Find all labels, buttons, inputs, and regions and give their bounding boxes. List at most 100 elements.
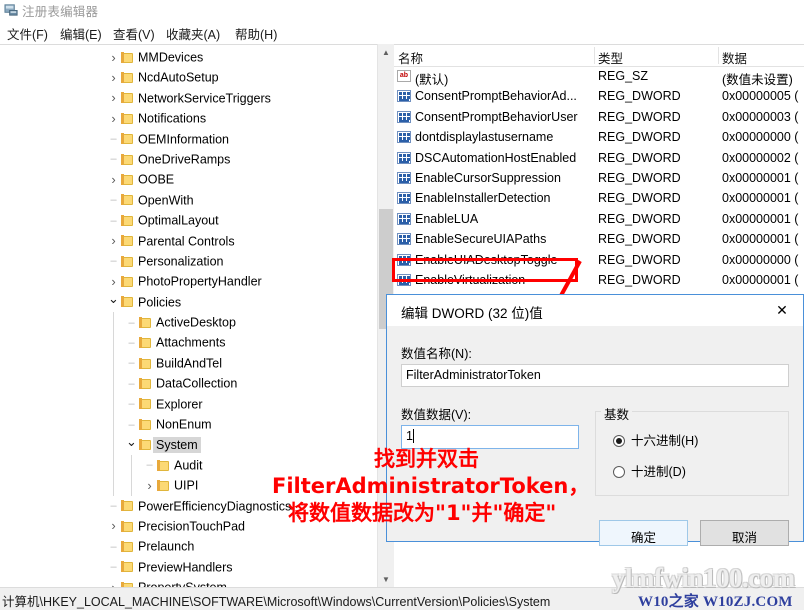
tree-item-oeminformation[interactable]: – OEMInformation — [0, 129, 378, 149]
tree-item-policies[interactable]: ⌄ Policies — [0, 289, 378, 312]
header-divider[interactable] — [718, 47, 719, 64]
tree-guide-line — [113, 332, 114, 353]
tree-item-previewhandlers[interactable]: – PreviewHandlers — [0, 557, 378, 577]
folder-icon — [139, 337, 152, 349]
value-data-text: 1 — [406, 429, 413, 443]
tree-item-networkservicetriggers[interactable]: › NetworkServiceTriggers — [0, 88, 378, 108]
value-row[interactable]: dontdisplaylastusername REG_DWORD 0x000000… — [394, 128, 804, 148]
value-row[interactable]: ab (默认) REG_SZ (数值未设置) — [394, 67, 804, 87]
scroll-down-icon[interactable]: ▼ — [378, 571, 394, 588]
menu-view[interactable]: 查看(V) — [110, 23, 158, 44]
chevron-right-icon[interactable]: › — [108, 88, 119, 108]
tree-item-prelaunch[interactable]: – Prelaunch — [0, 536, 378, 556]
tree-item-mmdevices[interactable]: › MMDevices — [0, 47, 378, 67]
tree-guide-line — [113, 373, 114, 394]
value-row[interactable]: EnableSecureUIAPaths REG_DWORD 0x00000001 … — [394, 230, 804, 250]
cancel-button[interactable]: 取消 — [700, 520, 789, 546]
tree-item-oobe[interactable]: › OOBE — [0, 169, 378, 189]
value-type: REG_DWORD — [598, 191, 681, 206]
tree-item-optimallayout[interactable]: – OptimalLayout — [0, 210, 378, 230]
folder-icon — [121, 174, 134, 186]
tree-item-label: OOBE — [138, 172, 175, 187]
value-row[interactable]: EnableCursorSuppression REG_DWORD 0x000000… — [394, 169, 804, 189]
tree-item-notifications[interactable]: › Notifications — [0, 108, 378, 128]
radio-hex-indicator — [613, 435, 625, 447]
folder-icon — [121, 72, 134, 84]
column-header-name[interactable]: 名称 — [398, 48, 423, 67]
tree-item-label: Audit — [174, 458, 203, 473]
tree-item-buildandtel[interactable]: – BuildAndTel — [0, 352, 378, 374]
tree-item-label: NonEnum — [156, 417, 212, 432]
value-row[interactable]: ConsentPromptBehaviorAd... REG_DWORD 0x000… — [394, 87, 804, 107]
chevron-right-icon[interactable]: › — [108, 109, 119, 129]
value-type: REG_DWORD — [598, 232, 681, 247]
tree-item-openwith[interactable]: – OpenWith — [0, 190, 378, 210]
tree-item-attachments[interactable]: – Attachments — [0, 332, 378, 353]
value-name: EnableLUA — [415, 211, 479, 226]
folder-icon — [139, 377, 152, 389]
menu-favorites[interactable]: 收藏夹(A) — [163, 23, 223, 44]
radio-hexadecimal[interactable]: 十六进制(H) — [613, 430, 698, 449]
folder-icon — [121, 112, 134, 124]
ok-button[interactable]: 确定 — [599, 520, 688, 546]
menu-bar: 文件(F) 编辑(E) 查看(V) 收藏夹(A) 帮助(H) — [0, 19, 804, 44]
folder-icon — [139, 398, 152, 410]
value-name-label: 数值名称(N): — [401, 347, 472, 361]
tree-item-parental-controls[interactable]: › Parental Controls — [0, 231, 378, 251]
column-header-data[interactable]: 数据 — [722, 48, 747, 67]
menu-help[interactable]: 帮助(H) — [232, 23, 280, 44]
value-name: ConsentPromptBehaviorUser — [415, 109, 578, 124]
value-data: 0x00000000 ( — [722, 130, 799, 145]
tree-item-nonenum[interactable]: – NonEnum — [0, 414, 378, 435]
header-divider[interactable] — [594, 47, 595, 64]
tree-item-ncdautosetup[interactable]: › NcdAutoSetup — [0, 67, 378, 87]
value-row[interactable]: EnableLUA REG_DWORD 0x00000001 ( — [394, 210, 804, 230]
radio-hex-label: 十六进制(H) — [631, 434, 699, 448]
chevron-right-icon[interactable]: › — [108, 48, 119, 68]
chevron-right-icon[interactable]: › — [108, 231, 119, 251]
tree-item-onedriveramps[interactable]: – OneDriveRamps — [0, 149, 378, 169]
chevron-down-icon[interactable]: ⌄ — [108, 289, 119, 309]
tree-item-explorer[interactable]: – Explorer — [0, 393, 378, 415]
tree-leaf-dash-icon: – — [110, 255, 117, 268]
tree-item-label: UIPI — [174, 478, 199, 493]
folder-icon — [121, 541, 134, 553]
dword-value-icon — [397, 151, 411, 165]
value-name: EnableInstallerDetection — [415, 191, 551, 206]
scroll-up-icon[interactable]: ▲ — [378, 44, 394, 61]
ok-button-label: 确定 — [630, 531, 656, 545]
tree-item-label: OEMInformation — [138, 132, 230, 147]
tree-leaf-dash-icon: – — [110, 194, 117, 207]
chevron-right-icon[interactable]: › — [144, 476, 155, 496]
menu-file[interactable]: 文件(F) — [4, 23, 51, 44]
value-row[interactable]: EnableInstallerDetection REG_DWORD 0x00000… — [394, 189, 804, 209]
tree-item-personalization[interactable]: – Personalization — [0, 251, 378, 271]
folder-icon — [157, 479, 170, 491]
folder-icon — [139, 357, 152, 369]
value-name-input[interactable]: FilterAdministratorToken — [401, 364, 789, 387]
column-header-type[interactable]: 类型 — [598, 48, 623, 67]
tree-leaf-dash-icon: – — [128, 316, 135, 329]
close-icon[interactable]: ✕ — [761, 295, 803, 325]
tree-item-datacollection[interactable]: – DataCollection — [0, 373, 378, 394]
tree-item-system[interactable]: ⌄ System — [0, 432, 378, 455]
value-row[interactable]: ConsentPromptBehaviorUser REG_DWORD 0x0000… — [394, 108, 804, 128]
tree-guide-line — [113, 312, 114, 333]
tree-item-label: Notifications — [138, 111, 207, 126]
value-name: (默认) — [415, 73, 449, 87]
chevron-right-icon[interactable]: › — [108, 516, 119, 536]
value-type: REG_SZ — [598, 69, 649, 83]
radio-decimal[interactable]: 十进制(D) — [613, 461, 686, 480]
menu-edit[interactable]: 编辑(E) — [57, 23, 105, 44]
dialog-title-bar: 编辑 DWORD (32 位)值 ✕ — [387, 295, 803, 326]
tree-item-label: Explorer — [156, 397, 203, 412]
chevron-right-icon[interactable]: › — [108, 68, 119, 88]
tree-item-activedesktop[interactable]: – ActiveDesktop — [0, 312, 378, 333]
value-row[interactable]: DSCAutomationHostEnabled REG_DWORD 0x00000… — [394, 149, 804, 169]
tree-guide-line — [131, 454, 132, 476]
value-name: dontdisplaylastusername — [415, 130, 554, 145]
chevron-right-icon[interactable]: › — [108, 170, 119, 190]
chevron-down-icon[interactable]: ⌄ — [126, 432, 137, 452]
tree-item-photopropertyhandler[interactable]: › PhotoPropertyHandler — [0, 271, 378, 291]
tree-guide-line — [113, 352, 114, 374]
